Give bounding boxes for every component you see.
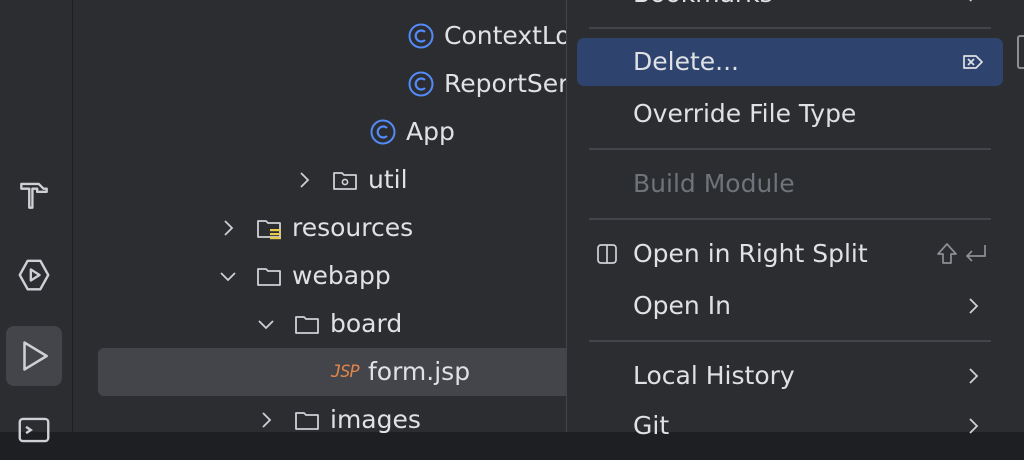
menu-item-override-file-type[interactable]: Override File Type — [577, 90, 1003, 138]
menu-item-delete[interactable]: Delete... — [577, 38, 1003, 86]
chevron-right-icon[interactable] — [292, 168, 316, 192]
java-class-icon — [408, 71, 434, 97]
tree-item-label: ContextLo — [444, 21, 571, 50]
terminal-icon — [18, 417, 50, 443]
java-class-icon — [370, 119, 396, 145]
tree-item-label: App — [406, 117, 455, 146]
chevron-down-icon[interactable] — [216, 264, 240, 288]
submenu-arrow-icon — [969, 298, 979, 314]
menu-separator — [589, 340, 991, 342]
menu-item-open-in[interactable]: Open In — [577, 282, 1003, 330]
tree-item-label: ReportSer — [444, 69, 569, 98]
tree-item-resources[interactable]: resources — [73, 204, 633, 252]
chevron-down-icon[interactable] — [254, 312, 278, 336]
build-button[interactable] — [6, 165, 62, 225]
tree-item-contextloader[interactable]: ContextLo — [73, 12, 633, 60]
run-button[interactable] — [6, 326, 62, 386]
terminal-button[interactable] — [6, 400, 62, 460]
folder-icon — [295, 412, 319, 430]
menu-item-git[interactable]: Git — [577, 402, 1003, 450]
submenu-arrow-icon — [969, 418, 979, 434]
jsp-file-icon: JSP — [331, 362, 360, 382]
tool-window-strip — [0, 0, 73, 443]
java-class-icon — [408, 23, 434, 49]
chevron-right-icon[interactable] — [216, 216, 240, 240]
tree-item-util[interactable]: util — [73, 156, 633, 204]
menu-item-local-history[interactable]: Local History — [577, 352, 1003, 400]
menu-separator — [589, 218, 991, 220]
shift-enter-shortcut-icon — [937, 243, 986, 264]
tree-item-label: resources — [292, 213, 414, 242]
context-menu: Bookmarks Delete... Override File Type B… — [566, 0, 1024, 440]
submenu-arrow-icon — [969, 368, 979, 384]
editor-edge-marker — [1017, 35, 1024, 69]
menu-item-open-in-right-split[interactable]: Open in Right Split — [577, 230, 1003, 278]
menu-separator — [589, 148, 991, 150]
tree-item-label: form.jsp — [368, 357, 471, 386]
services-button[interactable] — [6, 245, 62, 305]
tree-item-label: images — [330, 405, 421, 434]
tree-item-reportservice[interactable]: ReportSer — [73, 60, 633, 108]
tree-item-label: board — [330, 309, 403, 338]
chevron-right-icon[interactable] — [254, 408, 278, 432]
menu-item-build-module[interactable]: Build Module — [577, 160, 1003, 208]
project-tree: ContextLo ReportSer App util resources w… — [73, 0, 633, 434]
run-icon — [23, 341, 48, 371]
package-folder-icon — [333, 172, 357, 190]
tree-item-form-jsp[interactable]: JSP form.jsp — [98, 348, 633, 396]
build-hammer-icon — [20, 182, 48, 209]
folder-icon — [257, 268, 281, 286]
submenu-arrow-icon — [969, 0, 973, 2]
menu-separator — [589, 27, 991, 29]
services-icon — [18, 259, 50, 291]
tree-item-images[interactable]: images — [73, 396, 633, 444]
split-right-icon — [597, 244, 617, 264]
delete-key-icon — [963, 55, 983, 69]
menu-item-bookmarks[interactable]: Bookmarks — [577, 0, 1003, 18]
tree-item-board[interactable]: board — [73, 300, 633, 348]
tree-item-app[interactable]: App — [73, 108, 633, 156]
resources-folder-icon — [257, 220, 281, 240]
tree-item-webapp[interactable]: webapp — [73, 252, 633, 300]
folder-icon — [295, 316, 319, 334]
tree-item-label: util — [368, 165, 408, 194]
tree-item-label: webapp — [292, 261, 391, 290]
